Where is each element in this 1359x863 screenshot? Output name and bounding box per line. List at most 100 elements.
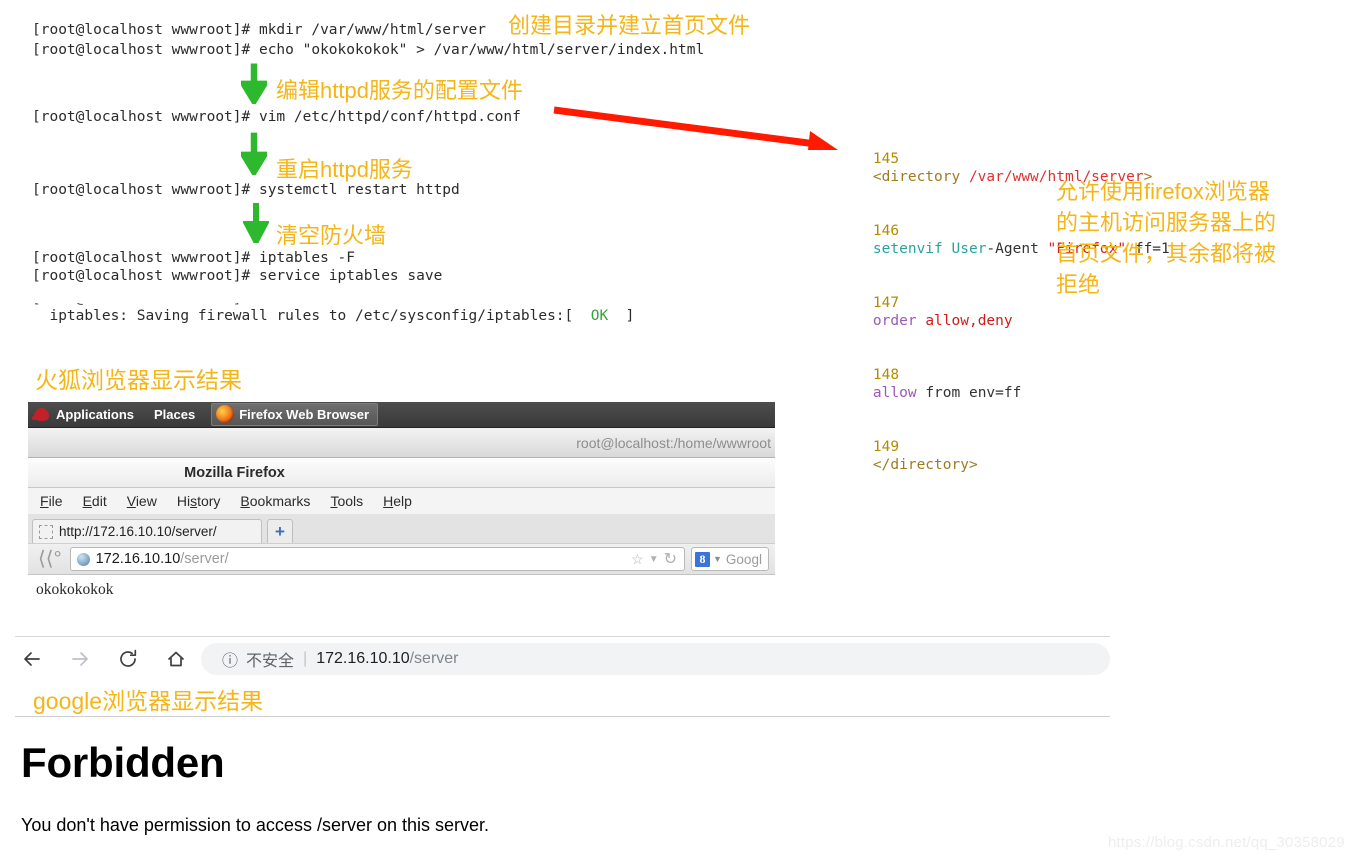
- panel-menu-places[interactable]: Places: [154, 407, 195, 422]
- reload-icon[interactable]: ↻: [664, 549, 677, 569]
- firefox-search-box[interactable]: 8 ▼ Googl: [691, 547, 769, 571]
- config-line-number: 147: [872, 295, 900, 311]
- firefox-page-content: okokokokok: [28, 575, 775, 605]
- google-search-engine-icon: 8: [695, 551, 710, 567]
- menu-tools[interactable]: Tools: [330, 493, 363, 509]
- menu-bookmarks[interactable]: Bookmarks: [240, 493, 310, 509]
- site-info-icon[interactable]: ⓘ: [222, 647, 238, 671]
- note-restart-httpd: 重启httpd服务: [276, 157, 413, 182]
- green-arrow-down-3: [243, 203, 269, 243]
- firefox-tabbar: http://172.16.10.10/server/ +: [28, 514, 775, 543]
- chrome-home-button[interactable]: [159, 642, 193, 676]
- csdn-watermark: https://blog.csdn.net/qq_30358029: [1108, 834, 1345, 851]
- firefox-page-body-text: okokokokok: [36, 581, 114, 598]
- chrome-omnibox[interactable]: ⓘ 不安全 | 172.16.10.10/server: [201, 642, 1110, 675]
- config-token: setenvif: [872, 241, 952, 257]
- gnome-top-panel: Applications Places Firefox Web Browser: [28, 402, 775, 428]
- terminal-line-echo: [root@localhost wwwroot]# echo "okokokok…: [32, 42, 705, 58]
- address-path: /server/: [180, 551, 229, 567]
- chrome-reload-button[interactable]: [111, 642, 145, 676]
- menu-accel: V: [126, 493, 136, 509]
- save-result-ok: OK: [590, 307, 609, 324]
- config-line-number: 149: [872, 439, 900, 455]
- chrome-forward-button[interactable]: [63, 642, 97, 676]
- save-result-prefix: iptables: Saving firewall rules to /etc/…: [49, 307, 574, 324]
- config-line: 149 </directory>: [838, 420, 1170, 492]
- menu-view[interactable]: View: [127, 493, 157, 509]
- tab-title: http://172.16.10.10/server/: [59, 524, 217, 539]
- page-text-permission: You don't have permission to access /ser…: [21, 815, 490, 835]
- save-result-suffix: ]: [625, 307, 635, 324]
- firefox-navigation-toolbar: ⟨⟨° 172.16.10.10/server/ ☆ ▼ ↻ 8 ▼ Googl: [28, 543, 775, 575]
- search-engine-chevron-icon[interactable]: ▼: [713, 554, 722, 564]
- omnibox-divider: |: [303, 649, 308, 667]
- back-forward-icon[interactable]: ⟨⟨°: [38, 549, 62, 569]
- config-token: from env=ff: [925, 385, 1022, 401]
- note-create-directory: 创建目录并建立首页文件: [508, 13, 751, 38]
- globe-icon: [76, 552, 90, 566]
- menu-accel: F: [40, 493, 49, 509]
- new-tab-button[interactable]: +: [267, 519, 293, 543]
- firefox-window-title: Mozilla Firefox: [184, 464, 285, 481]
- menu-edit[interactable]: Edit: [83, 493, 107, 509]
- note-edit-config: 编辑httpd服务的配置文件: [276, 78, 523, 103]
- heading-firefox-result: 火狐浏览器显示结果: [35, 367, 242, 393]
- config-line-number: 148: [872, 367, 900, 383]
- search-placeholder-text: Googl: [725, 551, 762, 567]
- menu-post: ools: [337, 493, 364, 509]
- heading-google-result: google浏览器显示结果: [33, 688, 264, 714]
- config-token: -Agent: [986, 241, 1048, 257]
- firefox-logo-icon: [216, 405, 235, 423]
- menu-post: ile: [48, 493, 63, 509]
- terminal-line-mkdir: [root@localhost wwwroot]# mkdir /var/www…: [32, 22, 486, 38]
- chrome-browser-toolbar: ⓘ 不安全 | 172.16.10.10/server: [15, 636, 1110, 680]
- omnibox-host: 172.16.10.10: [316, 649, 410, 667]
- tab-favicon-placeholder-icon: [39, 524, 53, 539]
- terminal-line-vim: [root@localhost wwwroot]# vim /etc/httpd…: [32, 109, 521, 125]
- config-token: <directory: [872, 169, 969, 185]
- chrome-back-button[interactable]: [15, 642, 49, 676]
- menu-post: ookmarks: [249, 493, 311, 509]
- browser-tab[interactable]: http://172.16.10.10/server/: [32, 519, 262, 543]
- bookmark-star-icon[interactable]: ☆: [631, 551, 644, 568]
- note-config-explanation: 允许使用firefox浏览器 的主机访问服务器上的 首页文件，其余都将被 拒绝: [1056, 179, 1277, 297]
- config-token: allow,deny: [925, 313, 1013, 329]
- green-arrow-down-1: [241, 63, 267, 104]
- config-token: User: [951, 241, 987, 257]
- firefox-address-bar[interactable]: 172.16.10.10/server/ ☆ ▼ ↻: [69, 547, 685, 571]
- config-line-number: 146: [872, 223, 900, 239]
- terminal-window-title: root@localhost:/home/wwwroot: [576, 434, 771, 451]
- menu-post: dit: [91, 493, 107, 509]
- redhat-logo-icon: [32, 408, 49, 421]
- red-arrow-to-config: [553, 106, 838, 150]
- config-line-number: 145: [872, 151, 900, 167]
- menu-post: iew: [135, 493, 157, 509]
- menu-help[interactable]: Help: [383, 493, 412, 509]
- config-token: allow: [872, 385, 926, 401]
- terminal-clipped-line: [root@localhost wwwroot]#: [32, 303, 462, 309]
- security-label-not-secure: 不安全: [246, 650, 295, 670]
- config-token: </directory>: [872, 457, 978, 473]
- menu-accel: H: [383, 493, 394, 509]
- panel-menu-applications[interactable]: Applications: [56, 407, 134, 422]
- menu-accel: s: [190, 493, 198, 509]
- address-bar-actions: ☆ ▼ ↻: [631, 549, 680, 569]
- panel-task-firefox[interactable]: Firefox Web Browser: [211, 403, 379, 426]
- menu-accel: B: [240, 493, 250, 509]
- page-heading-forbidden: Forbidden: [21, 739, 225, 786]
- config-line: 148 allow from env=ff: [838, 348, 1170, 420]
- page-top-divider: [15, 716, 1110, 717]
- panel-task-label: Firefox Web Browser: [239, 406, 370, 422]
- terminal-window-titlebar: root@localhost:/home/wwwroot: [28, 428, 775, 458]
- terminal-line-iptables-save: [root@localhost wwwroot]# service iptabl…: [32, 268, 443, 284]
- firefox-menubar: File Edit View History Bookmarks Tools H…: [28, 488, 775, 514]
- firefox-window-titlebar: Mozilla Firefox: [28, 458, 775, 488]
- menu-file[interactable]: File: [40, 493, 63, 509]
- chevron-down-icon[interactable]: ▼: [649, 554, 659, 565]
- menu-accel: E: [82, 493, 92, 509]
- menu-post: tory: [197, 493, 221, 509]
- config-token: order: [872, 313, 926, 329]
- menu-history[interactable]: History: [177, 493, 221, 509]
- address-host: 172.16.10.10: [95, 551, 181, 567]
- green-arrow-down-2: [241, 132, 267, 175]
